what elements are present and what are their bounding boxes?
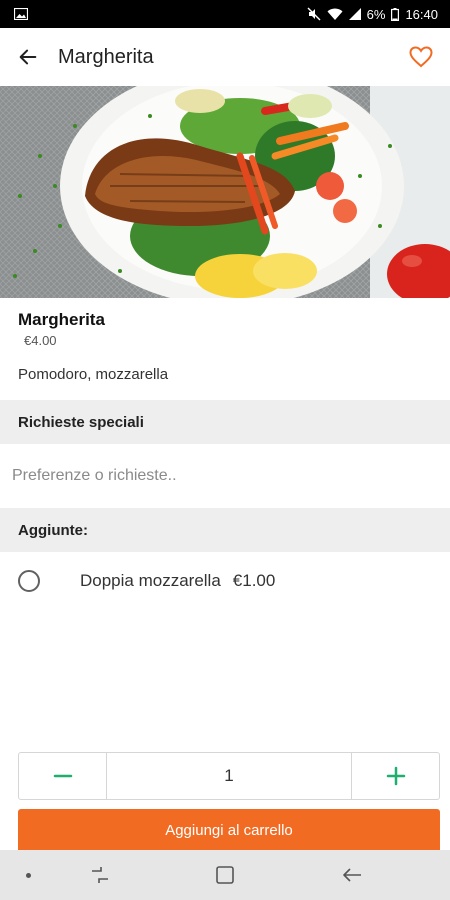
product-image <box>0 86 450 298</box>
addon-price: €1.00 <box>232 571 276 590</box>
addons-header: Aggiunte: <box>0 508 450 552</box>
back-icon[interactable] <box>340 863 364 887</box>
food-plate-image <box>0 86 450 298</box>
quantity-stepper: 1 <box>18 752 440 800</box>
nav-dot-indicator <box>26 873 31 878</box>
battery-percent: 6% <box>366 6 386 22</box>
wifi-icon <box>327 8 343 21</box>
special-requests-input[interactable] <box>0 444 450 508</box>
addon-option[interactable]: Doppia mozzarella €1.00 <box>0 556 450 606</box>
special-requests-header: Richieste speciali <box>0 400 450 444</box>
clock: 16:40 <box>405 6 438 22</box>
status-bar: 6% 16:40 <box>0 0 450 28</box>
app-bar: Margherita <box>0 28 450 86</box>
product-name: Margherita <box>18 310 105 329</box>
heart-outline-icon <box>409 46 433 68</box>
favorite-button[interactable] <box>408 44 434 70</box>
quantity-value: 1 <box>224 766 234 785</box>
product-description: Pomodoro, mozzarella <box>18 366 169 383</box>
increase-quantity-button[interactable] <box>351 753 439 799</box>
product-price: €4.00 <box>24 333 57 348</box>
plus-icon <box>386 766 405 786</box>
minus-icon <box>53 774 72 778</box>
battery-icon <box>391 7 400 21</box>
addon-label: Doppia mozzarella <box>80 571 221 590</box>
signal-icon <box>348 8 361 20</box>
mute-icon <box>307 7 321 21</box>
add-to-cart-button[interactable]: Aggiungi al carrello <box>18 809 440 851</box>
radio-button[interactable] <box>18 570 40 592</box>
back-button[interactable] <box>16 45 40 69</box>
page-title: Margherita <box>58 45 154 68</box>
gallery-icon <box>14 8 28 20</box>
decrease-quantity-button[interactable] <box>19 753 107 799</box>
arrow-left-icon <box>19 49 37 65</box>
recent-apps-icon[interactable] <box>88 863 112 887</box>
home-icon[interactable] <box>213 863 237 887</box>
product-info: Margherita €4.00 Pomodoro, mozzarella <box>0 298 450 400</box>
system-nav-bar <box>0 850 450 900</box>
